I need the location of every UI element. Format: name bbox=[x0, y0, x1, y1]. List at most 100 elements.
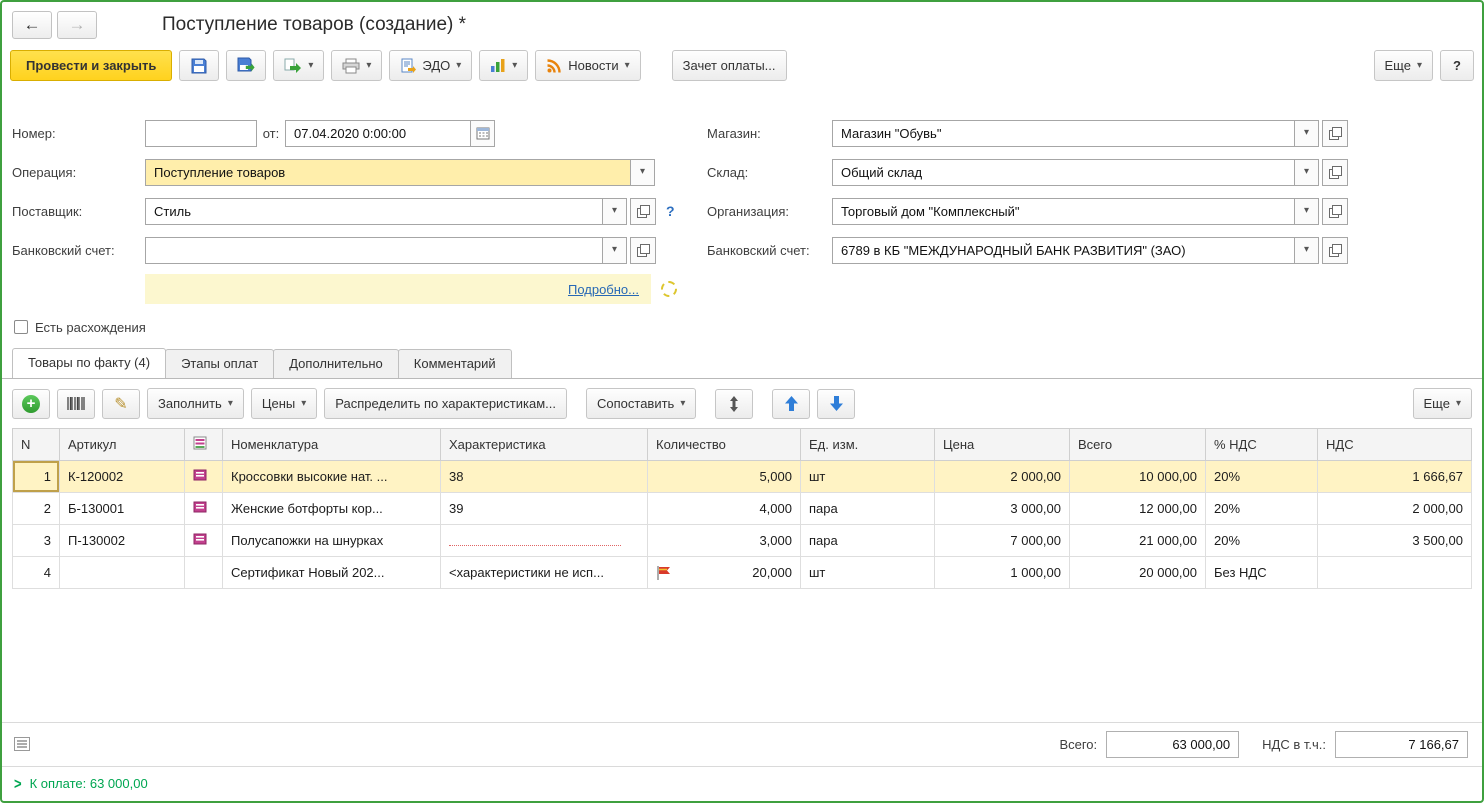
cell-icon[interactable] bbox=[184, 460, 223, 493]
col-price[interactable]: Цена bbox=[934, 428, 1070, 461]
store-open-button[interactable] bbox=[1322, 119, 1348, 147]
cell-n[interactable]: 2 bbox=[12, 492, 60, 525]
cell-n[interactable]: 1 bbox=[12, 460, 60, 493]
supplier-open-button[interactable] bbox=[630, 197, 656, 225]
warehouse-dropdown-button[interactable]: ▾ bbox=[1295, 158, 1319, 186]
cell-icon[interactable] bbox=[184, 556, 223, 589]
reports-button[interactable]: ▾ bbox=[479, 50, 529, 81]
forward-button[interactable]: → bbox=[57, 11, 97, 39]
cell-nomenclature[interactable]: Сертификат Новый 202... bbox=[222, 556, 441, 589]
organization-input[interactable]: Торговый дом "Комплексный" bbox=[832, 197, 1295, 225]
cell-unit[interactable]: шт bbox=[800, 460, 935, 493]
barcode-button[interactable] bbox=[57, 388, 95, 419]
cell-article[interactable]: К-120002 bbox=[59, 460, 185, 493]
cell-unit[interactable]: пара bbox=[800, 492, 935, 525]
cell-vat-rate[interactable]: 20% bbox=[1205, 524, 1318, 557]
cell-n[interactable]: 4 bbox=[12, 556, 60, 589]
add-row-button[interactable]: + bbox=[12, 388, 50, 419]
create-based-on-button[interactable]: ▾ bbox=[273, 50, 325, 81]
operation-dropdown-button[interactable]: ▾ bbox=[631, 158, 655, 186]
col-vat-sum[interactable]: НДС bbox=[1317, 428, 1472, 461]
col-characteristic[interactable]: Характеристика bbox=[440, 428, 648, 461]
date-calendar-button[interactable] bbox=[471, 119, 495, 147]
bank-account-left-input[interactable] bbox=[145, 236, 603, 264]
cell-article[interactable]: П-130002 bbox=[59, 524, 185, 557]
cell-total[interactable]: 20 000,00 bbox=[1069, 556, 1206, 589]
cell-total[interactable]: 12 000,00 bbox=[1069, 492, 1206, 525]
table-row[interactable]: 3 П-130002 Полусапожки на шнурках 3,000 … bbox=[12, 524, 1472, 557]
cell-quantity[interactable]: 20,000 bbox=[647, 556, 801, 589]
cell-article[interactable] bbox=[59, 556, 185, 589]
cell-vat-sum[interactable] bbox=[1317, 556, 1472, 589]
cell-icon[interactable] bbox=[184, 492, 223, 525]
cell-vat-sum[interactable]: 3 500,00 bbox=[1317, 524, 1472, 557]
number-input[interactable] bbox=[145, 119, 257, 147]
save-button[interactable] bbox=[179, 50, 220, 81]
organization-dropdown-button[interactable]: ▾ bbox=[1295, 197, 1319, 225]
cell-vat-rate[interactable]: Без НДС bbox=[1205, 556, 1318, 589]
cell-quantity[interactable]: 5,000 bbox=[647, 460, 801, 493]
warehouse-open-button[interactable] bbox=[1322, 158, 1348, 186]
cell-price[interactable]: 3 000,00 bbox=[934, 492, 1070, 525]
cell-n[interactable]: 3 bbox=[12, 524, 60, 557]
back-button[interactable]: ← bbox=[12, 11, 52, 39]
supplier-input[interactable]: Стиль bbox=[145, 197, 603, 225]
distribute-by-characteristics-button[interactable]: Распределить по характеристикам... bbox=[324, 388, 567, 419]
edo-button[interactable]: ЭДО ▾ bbox=[389, 50, 473, 81]
store-dropdown-button[interactable]: ▾ bbox=[1295, 119, 1319, 147]
bank-account-left-dropdown-button[interactable]: ▾ bbox=[603, 236, 627, 264]
cell-nomenclature[interactable]: Полусапожки на шнурках bbox=[222, 524, 441, 557]
more-button[interactable]: Еще ▾ bbox=[1373, 50, 1433, 81]
tab-comment[interactable]: Комментарий bbox=[397, 349, 512, 378]
cell-quantity[interactable]: 3,000 bbox=[647, 524, 801, 557]
edit-row-button[interactable]: ✎ bbox=[102, 388, 140, 419]
cell-nomenclature[interactable]: Кроссовки высокие нат. ... bbox=[222, 460, 441, 493]
store-input[interactable]: Магазин "Обувь" bbox=[832, 119, 1295, 147]
table-more-button[interactable]: Еще ▾ bbox=[1412, 388, 1472, 419]
payment-footer[interactable]: > К оплате: 63 000,00 bbox=[2, 766, 1482, 801]
cell-quantity[interactable]: 4,000 bbox=[647, 492, 801, 525]
cell-vat-sum[interactable]: 1 666,67 bbox=[1317, 460, 1472, 493]
col-unit[interactable]: Ед. изм. bbox=[800, 428, 935, 461]
print-button[interactable]: ▾ bbox=[331, 50, 383, 81]
table-row[interactable]: 2 Б-130001 Женские ботфорты кор... 39 4,… bbox=[12, 492, 1472, 525]
col-article[interactable]: Артикул bbox=[59, 428, 185, 461]
discrepancies-checkbox[interactable] bbox=[14, 320, 28, 334]
move-row-up-button[interactable] bbox=[772, 388, 811, 419]
table-row[interactable]: 1 К-120002 Кроссовки высокие нат. ... 38… bbox=[12, 460, 1472, 493]
supplier-dropdown-button[interactable]: ▾ bbox=[603, 197, 627, 225]
cell-unit[interactable]: шт bbox=[800, 556, 935, 589]
col-n[interactable]: N bbox=[12, 428, 60, 461]
post-and-close-button[interactable]: Провести и закрыть bbox=[10, 50, 173, 81]
cell-characteristic[interactable]: <характеристики не исп... bbox=[440, 556, 648, 589]
cell-icon[interactable] bbox=[184, 524, 223, 557]
tab-goods-by-fact[interactable]: Товары по факту (4) bbox=[12, 348, 167, 378]
bank-account-right-open-button[interactable] bbox=[1322, 236, 1348, 264]
cell-characteristic-empty[interactable] bbox=[440, 524, 648, 557]
col-total[interactable]: Всего bbox=[1069, 428, 1206, 461]
fill-button[interactable]: Заполнить ▾ bbox=[147, 388, 244, 419]
cell-unit[interactable]: пара bbox=[800, 524, 935, 557]
bank-account-left-open-button[interactable] bbox=[630, 236, 656, 264]
col-vat-rate[interactable]: % НДС bbox=[1205, 428, 1318, 461]
cell-total[interactable]: 10 000,00 bbox=[1069, 460, 1206, 493]
cell-vat-sum[interactable]: 2 000,00 bbox=[1317, 492, 1472, 525]
cell-characteristic[interactable]: 39 bbox=[440, 492, 648, 525]
save-and-post-button[interactable] bbox=[226, 50, 267, 81]
help-button[interactable]: ? bbox=[1440, 50, 1474, 81]
cell-article[interactable]: Б-130001 bbox=[59, 492, 185, 525]
date-input[interactable]: 07.04.2020 0:00:00 bbox=[285, 119, 471, 147]
warehouse-input[interactable]: Общий склад bbox=[832, 158, 1295, 186]
cell-price[interactable]: 2 000,00 bbox=[934, 460, 1070, 493]
move-row-down-button[interactable] bbox=[817, 388, 856, 419]
list-icon[interactable] bbox=[14, 737, 30, 751]
expand-rows-button[interactable] bbox=[715, 388, 754, 419]
bank-account-right-dropdown-button[interactable]: ▾ bbox=[1295, 236, 1319, 264]
operation-input[interactable]: Поступление товаров bbox=[145, 158, 631, 186]
news-button[interactable]: Новости ▾ bbox=[535, 50, 641, 81]
match-button[interactable]: Сопоставить ▾ bbox=[586, 388, 697, 419]
table-row[interactable]: 4 Сертификат Новый 202... <характеристик… bbox=[12, 556, 1472, 589]
tab-payment-stages[interactable]: Этапы оплат bbox=[165, 349, 275, 378]
supplier-hint-icon[interactable]: ? bbox=[666, 203, 675, 219]
cell-characteristic[interactable]: 38 bbox=[440, 460, 648, 493]
